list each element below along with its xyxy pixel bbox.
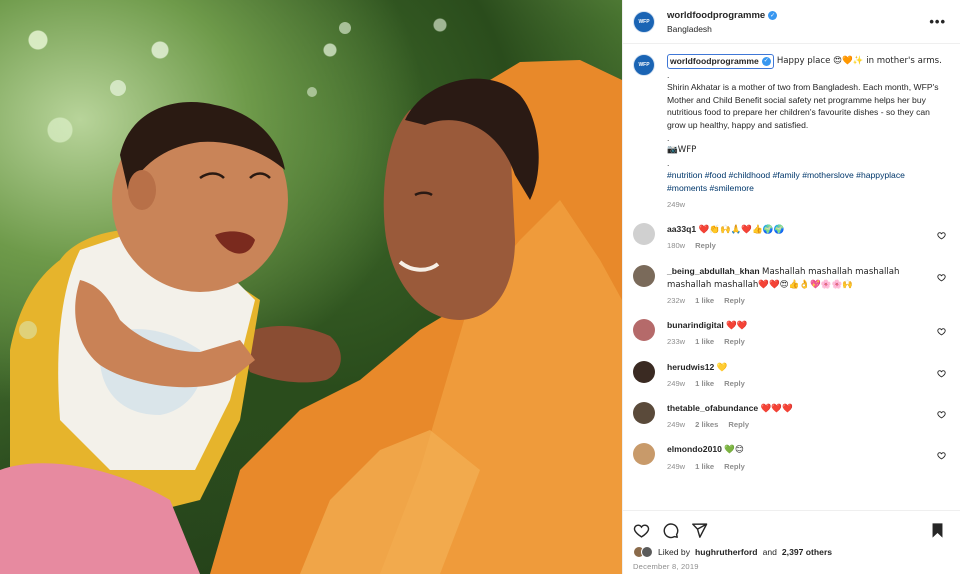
post-header: WFP worldfoodprogramme ✓ Bangladesh ••• [623, 0, 960, 44]
caption-username-text[interactable]: worldfoodprogramme [670, 55, 759, 68]
reply-button[interactable]: Reply [724, 378, 745, 390]
liker-avatar[interactable] [641, 546, 653, 558]
caption-dot: . [667, 157, 670, 168]
caption: WFP worldfoodprogramme ✓ Happy place 😍🧡✨… [633, 54, 946, 211]
caption-signature: 📷WFP [667, 145, 697, 156]
comment-heart-icon[interactable] [937, 369, 946, 378]
comment-row: thetable_ofabundance ❤️❤️❤️ 249w 2 likes… [633, 401, 946, 431]
comment-likes[interactable]: 1 like [695, 378, 714, 390]
caption-username[interactable]: worldfoodprogramme ✓ [667, 54, 774, 69]
caption-first-line: Happy place 😍🧡✨ in mother's arms. [776, 56, 942, 66]
comment-time[interactable]: 249w [667, 419, 685, 431]
comment-time[interactable]: 249w [667, 461, 685, 473]
comment-heart-icon[interactable] [937, 231, 946, 240]
commenter-username[interactable]: herudwis12 [667, 362, 714, 372]
commenter-avatar[interactable] [633, 443, 655, 466]
comments-list[interactable]: WFP worldfoodprogramme ✓ Happy place 😍🧡✨… [623, 44, 960, 510]
commenter-username[interactable]: aa33q1 [667, 224, 696, 234]
comment-time[interactable]: 180w [667, 240, 685, 252]
comment-text: ❤️❤️❤️ [760, 403, 793, 414]
post-actions: Liked by hughrutherford and 2,397 others… [623, 510, 960, 574]
liker-avatars [633, 546, 653, 558]
comment-heart-icon[interactable] [937, 327, 946, 336]
liked-by-count[interactable]: 2,397 others [782, 547, 832, 557]
comment-likes[interactable]: 1 like [695, 295, 714, 307]
post-date[interactable]: December 8, 2019 [633, 562, 946, 571]
author-username-text[interactable]: worldfoodprogramme [667, 10, 765, 21]
liked-by-prefix: Liked by [658, 547, 691, 557]
photo-illustration [0, 22, 622, 574]
reply-button[interactable]: Reply [724, 295, 745, 307]
verified-badge-icon: ✓ [761, 56, 771, 66]
more-options-icon[interactable]: ••• [929, 14, 946, 29]
comment-heart-icon[interactable] [937, 410, 946, 419]
post-photo [0, 0, 622, 574]
comment-heart-icon[interactable] [937, 451, 946, 460]
reply-button[interactable]: Reply [724, 461, 745, 473]
comment-likes[interactable]: 1 like [695, 336, 714, 348]
comment-text: 💛 [716, 362, 728, 373]
comment-heart-icon[interactable] [937, 273, 946, 282]
caption-hashtags[interactable]: #nutrition #food #childhood #family #mot… [667, 169, 946, 194]
comment-text: 💚😊 [724, 445, 744, 456]
comment-text: ❤️👏🙌🙏❤️👍🌍🌍 [698, 225, 785, 236]
liked-by-and: and [762, 547, 777, 557]
comment-likes[interactable]: 2 likes [695, 419, 718, 431]
comment-text: ❤️❤️ [726, 321, 748, 332]
heart-icon[interactable] [633, 522, 650, 539]
reply-button[interactable]: Reply [728, 419, 749, 431]
comment-time[interactable]: 249w [667, 378, 685, 390]
commenter-avatar[interactable] [633, 360, 655, 383]
comment-icon[interactable] [662, 522, 679, 539]
comment-row: _being_abdullah_khan Mashallah mashallah… [633, 264, 946, 308]
commenter-username[interactable]: thetable_ofabundance [667, 403, 758, 413]
comment-row: aa33q1 ❤️👏🙌🙏❤️👍🌍🌍 180w Reply [633, 223, 946, 252]
commenter-username[interactable]: bunarindigital [667, 320, 724, 330]
commenter-username[interactable]: _being_abdullah_khan [667, 266, 760, 276]
likes-summary: Liked by hughrutherford and 2,397 others [633, 546, 946, 558]
share-icon[interactable] [691, 522, 708, 539]
comment-row: elmondo2010 💚😊 249w 1 like Reply [633, 443, 946, 472]
comment-likes[interactable]: 1 like [695, 461, 714, 473]
comment-row: bunarindigital ❤️❤️ 233w 1 like Reply [633, 319, 946, 348]
caption-time[interactable]: 249w [667, 199, 685, 212]
liked-by-user[interactable]: hughrutherford [695, 547, 758, 557]
comment-time[interactable]: 232w [667, 295, 685, 307]
comment-row: herudwis12 💛 249w 1 like Reply [633, 360, 946, 390]
commenter-username[interactable]: elmondo2010 [667, 444, 722, 454]
post-side-panel: WFP worldfoodprogramme ✓ Bangladesh ••• … [622, 0, 960, 574]
comment-thread: aa33q1 ❤️👏🙌🙏❤️👍🌍🌍 180w Reply _being_abdu… [633, 223, 946, 473]
comment-time[interactable]: 233w [667, 336, 685, 348]
commenter-avatar[interactable] [633, 264, 655, 287]
caption-dot: . [667, 132, 670, 143]
caption-avatar[interactable]: WFP [633, 54, 655, 76]
instagram-post-view: WFP worldfoodprogramme ✓ Bangladesh ••• … [0, 0, 960, 574]
commenter-avatar[interactable] [633, 223, 655, 246]
caption-dot: . [667, 69, 670, 80]
post-location[interactable]: Bangladesh [667, 24, 777, 34]
reply-button[interactable]: Reply [724, 336, 745, 348]
bookmark-icon[interactable] [929, 522, 946, 539]
verified-badge-icon: ✓ [768, 10, 778, 20]
reply-button[interactable]: Reply [695, 240, 716, 252]
caption-body-text: Shirin Akhatar is a mother of two from B… [667, 82, 941, 130]
commenter-avatar[interactable] [633, 319, 655, 342]
author-avatar[interactable]: WFP [633, 10, 655, 33]
author-username[interactable]: worldfoodprogramme ✓ [667, 10, 778, 21]
commenter-avatar[interactable] [633, 401, 655, 424]
